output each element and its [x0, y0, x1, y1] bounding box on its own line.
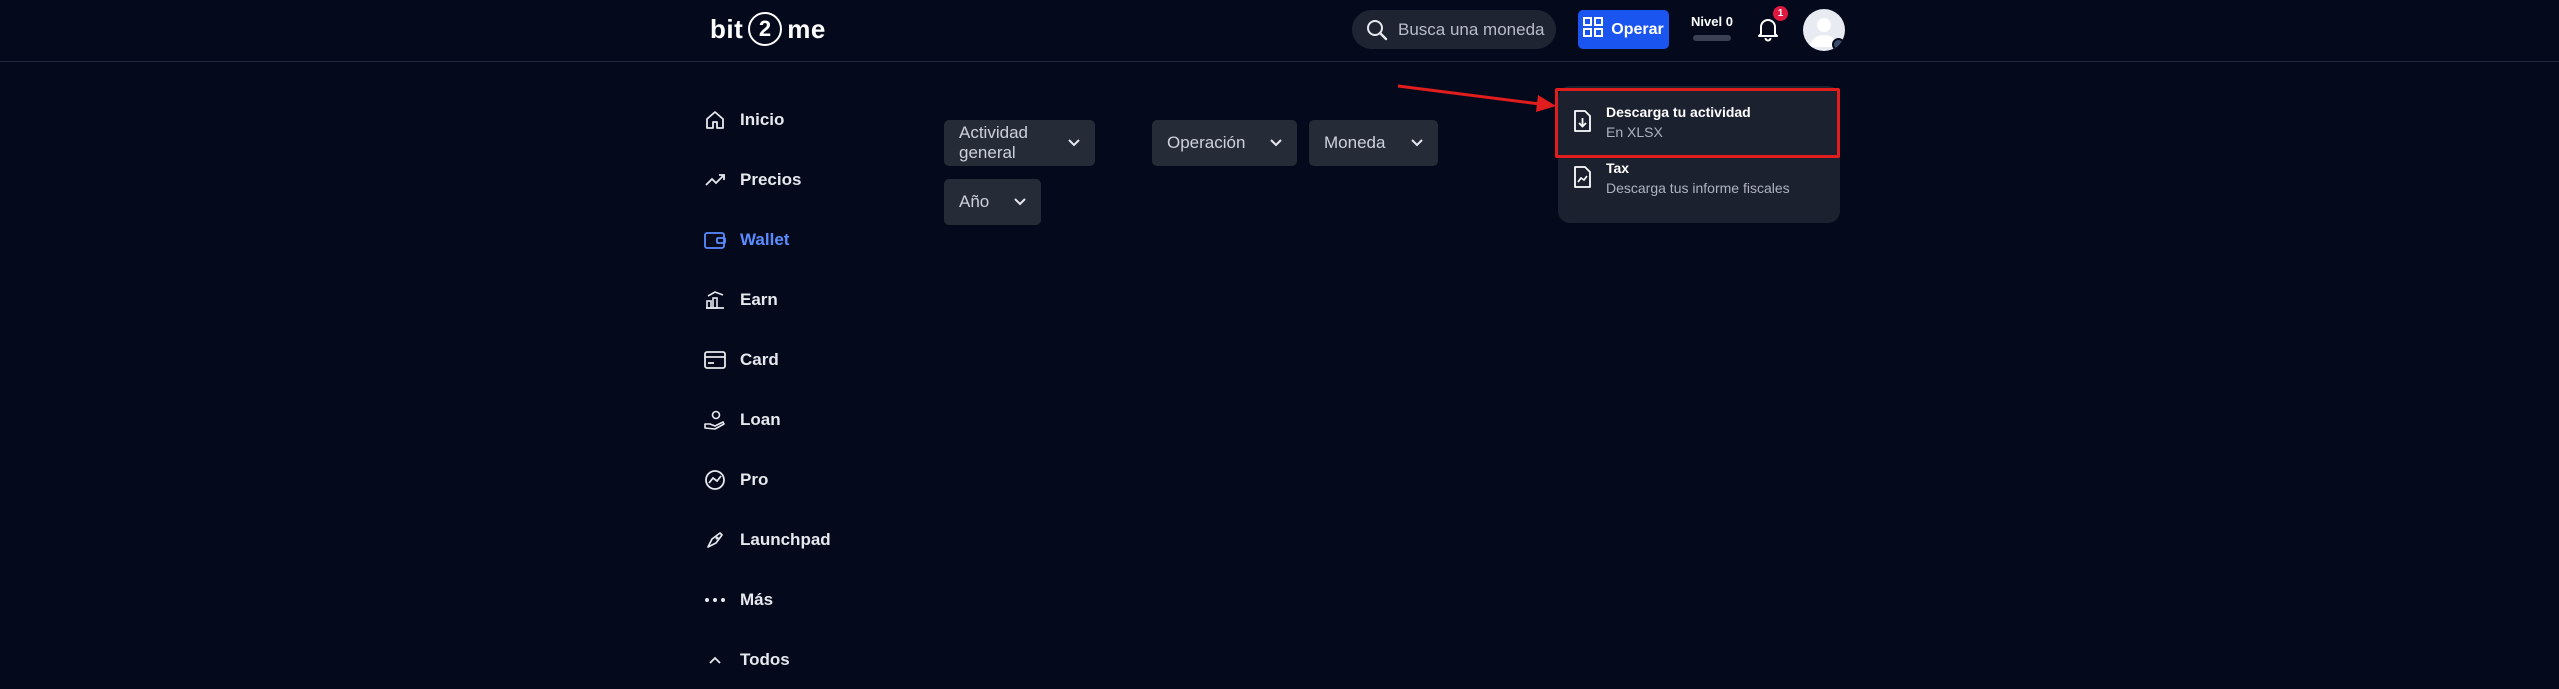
search-placeholder: Busca una moneda — [1398, 19, 1545, 39]
filter-anio-select[interactable]: Año — [944, 179, 1041, 225]
sidebar-item-todos[interactable]: Todos — [704, 630, 904, 689]
sidebar-item-precios[interactable]: Precios — [704, 150, 904, 210]
top-bar: bit 2 me Busca una moneda Operar Nivel 0… — [0, 0, 2559, 62]
menu-item-title: Descarga tu actividad — [1606, 104, 1751, 120]
earn-icon — [704, 289, 726, 311]
sidebar-item-wallet[interactable]: Wallet — [704, 210, 904, 270]
bell-icon — [1756, 19, 1780, 46]
verified-icon — [1832, 38, 1845, 51]
logo-circle-two: 2 — [748, 12, 783, 46]
sidebar-item-mas[interactable]: Más — [704, 570, 904, 630]
menu-item-subtitle: Descarga tus informe fiscales — [1606, 180, 1790, 196]
chevron-down-icon — [1269, 138, 1283, 148]
sidebar-item-label: Wallet — [740, 230, 790, 249]
sidebar-item-label: Más — [740, 590, 774, 609]
pro-icon — [704, 469, 726, 491]
bit2me-logo[interactable]: bit 2 me — [710, 11, 826, 47]
nivel-progress-bar — [1693, 35, 1731, 41]
user-avatar[interactable] — [1803, 9, 1845, 51]
menu-item-title: Tax — [1606, 160, 1630, 176]
menu-item-subtitle: En XLSX — [1606, 124, 1663, 140]
sidebar-item-label: Card — [740, 350, 779, 369]
filter-operacion-label: Operación — [1167, 133, 1246, 152]
operar-button[interactable]: Operar — [1578, 10, 1669, 49]
sidebar-item-earn[interactable]: Earn — [704, 270, 904, 330]
notifications-button[interactable]: 1 — [1756, 6, 1788, 42]
menu-item-tax[interactable]: Tax Descarga tus informe fiscales — [1572, 150, 1830, 204]
logo-text-left: bit — [710, 13, 744, 44]
file-download-icon — [1572, 110, 1592, 132]
card-icon — [704, 349, 726, 371]
home-icon — [704, 109, 726, 131]
sidebar-item-label: Todos — [740, 650, 790, 669]
filter-moneda-label: Moneda — [1324, 133, 1386, 152]
filter-actividad-label: Actividad general — [959, 123, 1028, 162]
logo-text-right: me — [787, 13, 826, 44]
menu-item-descarga-actividad[interactable]: Descarga tu actividad En XLSX — [1572, 94, 1830, 148]
notification-badge: 1 — [1773, 6, 1788, 21]
trend-up-icon — [704, 169, 726, 191]
sidebar-item-pro[interactable]: Pro — [704, 450, 904, 510]
sidebar-item-label: Precios — [740, 170, 802, 189]
search-icon — [1366, 19, 1388, 41]
sidebar: Inicio Precios Wallet Earn Card Loan Pro… — [704, 90, 904, 689]
sidebar-item-label: Launchpad — [740, 530, 831, 549]
page: bit 2 me Busca una moneda Operar Nivel 0… — [0, 0, 2559, 689]
chevron-down-icon — [1067, 138, 1081, 148]
search-input[interactable]: Busca una moneda — [1352, 10, 1556, 49]
chevron-up-icon — [704, 649, 726, 671]
grid-icon — [1583, 17, 1604, 42]
sidebar-item-card[interactable]: Card — [704, 330, 904, 390]
filter-actividad-select[interactable]: Actividad general — [944, 120, 1095, 166]
sidebar-item-label: Pro — [740, 470, 769, 489]
filter-anio-label: Año — [959, 192, 990, 211]
filter-operacion-select[interactable]: Operación — [1152, 120, 1297, 166]
sidebar-item-label: Earn — [740, 290, 778, 309]
filter-moneda-select[interactable]: Moneda — [1309, 120, 1438, 166]
more-dots-icon — [704, 589, 726, 611]
sidebar-item-label: Loan — [740, 410, 781, 429]
sidebar-item-label: Inicio — [740, 110, 785, 129]
annotation-arrow-icon — [1397, 84, 1556, 112]
rocket-icon — [704, 529, 726, 551]
operar-label: Operar — [1611, 20, 1664, 38]
chevron-down-icon — [1013, 197, 1027, 207]
chevron-down-icon — [1410, 138, 1424, 148]
file-tax-icon — [1572, 166, 1592, 188]
sidebar-item-inicio[interactable]: Inicio — [704, 90, 904, 150]
nivel-indicator[interactable]: Nivel 0 — [1690, 14, 1734, 41]
sidebar-item-loan[interactable]: Loan — [704, 390, 904, 450]
loan-icon — [704, 409, 726, 431]
wallet-icon — [704, 229, 726, 251]
sidebar-item-launchpad[interactable]: Launchpad — [704, 510, 904, 570]
nivel-label: Nivel 0 — [1691, 14, 1733, 29]
download-menu: Descarga tu actividad En XLSX Tax Descar… — [1558, 86, 1840, 223]
